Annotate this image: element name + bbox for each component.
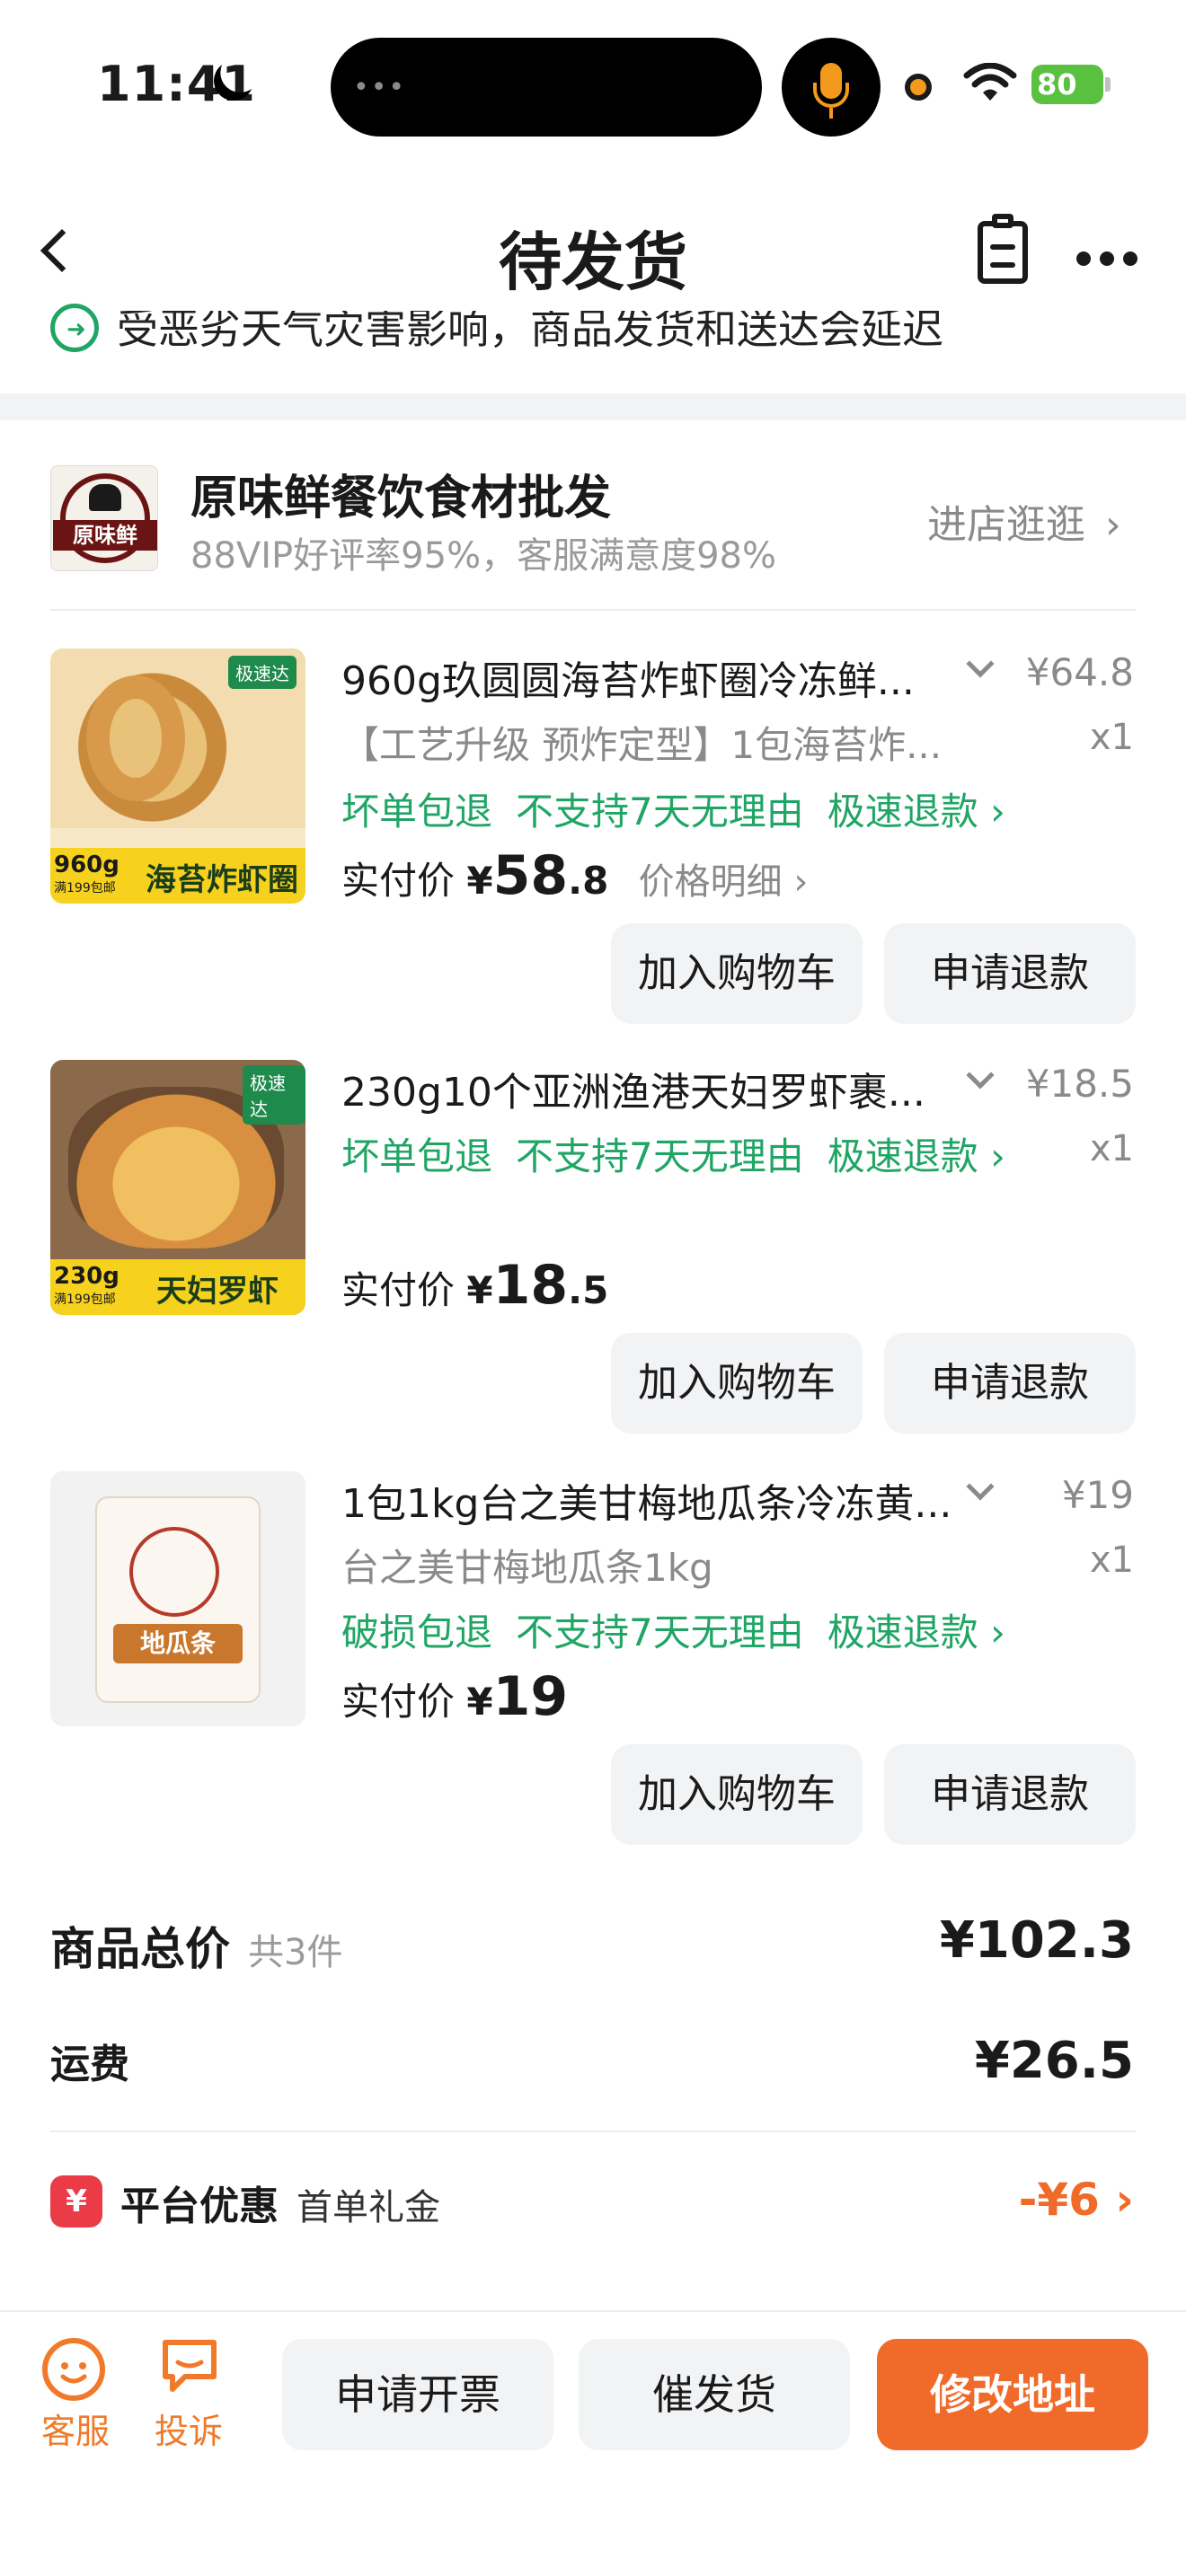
goods-total-label: 商品总价 共3件 bbox=[50, 1923, 343, 1975]
product-price: ¥19 bbox=[1061, 1473, 1134, 1517]
visit-shop-link[interactable]: 进店逛逛 › bbox=[927, 492, 1121, 550]
ellipsis-icon: ••• bbox=[353, 72, 407, 103]
actual-price: 实付价 ¥58.8 价格明细 › bbox=[341, 844, 809, 907]
product-price: ¥64.8 bbox=[1025, 650, 1134, 694]
chevron-down-icon[interactable] bbox=[966, 1472, 995, 1501]
product-title[interactable]: 960g玖圆圆海苔炸虾圈冷冻鲜... bbox=[341, 648, 915, 706]
refund-button[interactable]: 申请退款 bbox=[884, 1744, 1136, 1845]
urge-shipment-button[interactable]: 催发货 bbox=[579, 2339, 850, 2450]
product-title[interactable]: 1包1kg台之美甘梅地瓜条冷冻黄... bbox=[341, 1471, 951, 1529]
shop-logo[interactable]: 原味鲜 bbox=[50, 465, 158, 571]
product-thumbnail[interactable]: 地瓜条 bbox=[50, 1471, 305, 1726]
product-spec: 【工艺升级 预炸定型】1包海苔炸... bbox=[341, 723, 943, 767]
actual-price: 实付价 ¥19 bbox=[341, 1665, 569, 1728]
product-title[interactable]: 230g10个亚洲渔港天妇罗虾裹... bbox=[341, 1060, 925, 1117]
service-tags[interactable]: 坏单包退 不支持7天无理由 极速退款 › bbox=[341, 1126, 1029, 1181]
refund-button[interactable]: 申请退款 bbox=[884, 923, 1136, 1024]
platform-discount-label[interactable]: 平台优惠 首单礼金 bbox=[120, 2174, 440, 2231]
section-divider bbox=[0, 393, 1186, 420]
product-thumbnail[interactable]: 极速达 230g 满199包邮 天妇罗虾 bbox=[50, 1060, 305, 1315]
item-count: 共3件 bbox=[248, 1932, 343, 1973]
divider bbox=[50, 609, 1136, 611]
status-bar: 11:41 ••• 80 bbox=[0, 0, 1186, 171]
shipping-value: ¥26.5 bbox=[974, 2032, 1134, 2090]
add-to-cart-button[interactable]: 加入购物车 bbox=[611, 923, 863, 1024]
product-spec: 台之美甘梅地瓜条1kg bbox=[341, 1546, 713, 1590]
service-tags[interactable]: 坏单包退 不支持7天无理由 极速退款 › bbox=[341, 781, 1029, 836]
price-detail-link[interactable]: 价格明细 › bbox=[639, 861, 809, 903]
change-address-button[interactable]: 修改地址 bbox=[877, 2339, 1148, 2450]
actual-price: 实付价 ¥18.5 bbox=[341, 1254, 609, 1317]
chevron-right-icon: › bbox=[1105, 502, 1121, 548]
shop-name[interactable]: 原味鲜餐饮食材批发 bbox=[190, 460, 611, 527]
platform-discount-value[interactable]: -¥6 › bbox=[1019, 2174, 1134, 2226]
add-to-cart-button[interactable]: 加入购物车 bbox=[611, 1333, 863, 1434]
more-icon[interactable] bbox=[1076, 243, 1146, 272]
refund-button[interactable]: 申请退款 bbox=[884, 1333, 1136, 1434]
goods-total-value: ¥102.3 bbox=[939, 1911, 1134, 1970]
product-price: ¥18.5 bbox=[1025, 1062, 1134, 1106]
chef-hat-icon bbox=[89, 484, 121, 511]
recording-dot-icon bbox=[905, 74, 932, 101]
chevron-down-icon[interactable] bbox=[966, 1061, 995, 1090]
product-quantity: x1 bbox=[1089, 1539, 1134, 1581]
coupon-icon: ¥ bbox=[50, 2175, 102, 2228]
battery-icon: 80 bbox=[1031, 65, 1103, 104]
product-quantity: x1 bbox=[1089, 1128, 1134, 1169]
shipping-label: 运费 bbox=[50, 2042, 129, 2087]
product-thumbnail[interactable]: 极速达 960g 满199包邮 海苔炸虾圈 bbox=[50, 648, 305, 904]
shop-rating: 88VIP好评率95%，客服满意度98% bbox=[190, 535, 776, 577]
battery-level: 80 bbox=[1037, 67, 1077, 101]
chevron-down-icon[interactable] bbox=[966, 649, 995, 678]
service-icon bbox=[42, 2338, 105, 2401]
divider bbox=[50, 2130, 1136, 2132]
request-invoice-button[interactable]: 申请开票 bbox=[282, 2339, 553, 2450]
product-quantity: x1 bbox=[1089, 717, 1134, 758]
service-tags[interactable]: 破损包退 不支持7天无理由 极速退款 › bbox=[341, 1602, 1029, 1657]
complaint-icon bbox=[163, 2340, 217, 2392]
add-to-cart-button[interactable]: 加入购物车 bbox=[611, 1744, 863, 1845]
wifi-icon bbox=[963, 63, 1017, 101]
